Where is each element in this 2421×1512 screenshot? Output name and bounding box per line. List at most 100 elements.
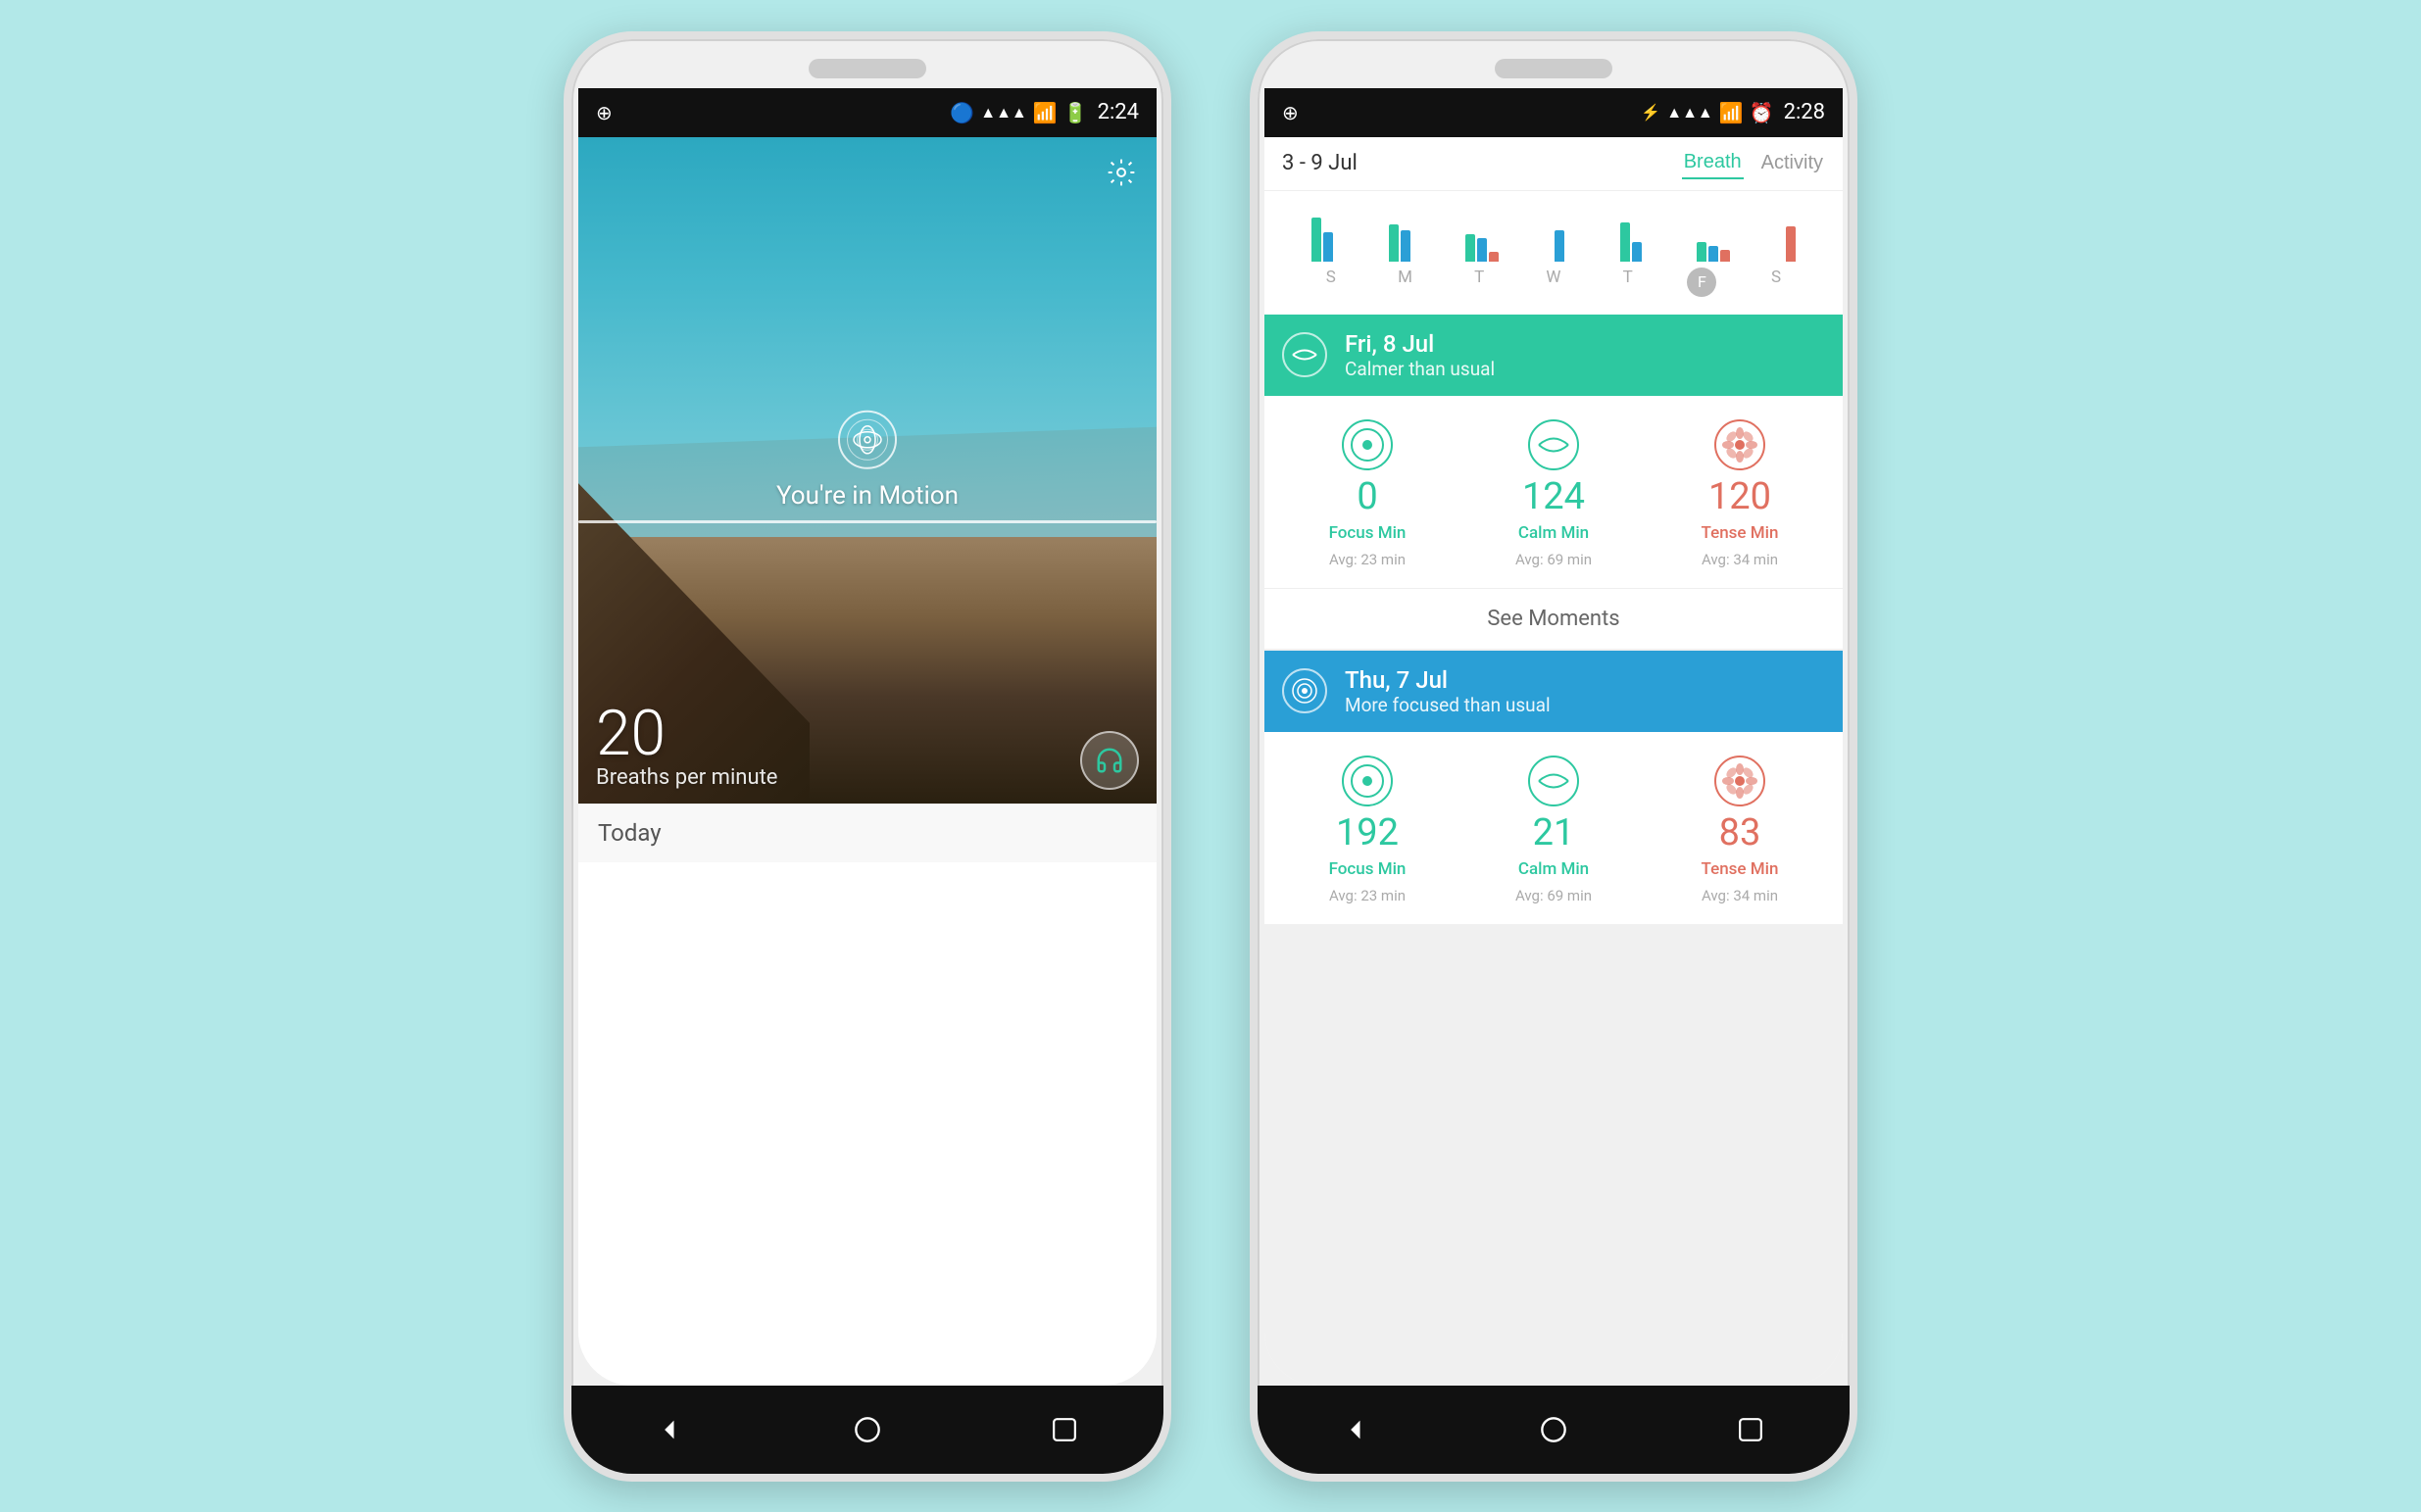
carrier-icon: ⊕ — [596, 101, 613, 124]
date-range-text: 3 - 9 Jul — [1282, 151, 1358, 175]
motion-container: You're in Motion — [776, 410, 959, 510]
thu-calm-label: Calm Min — [1518, 859, 1589, 879]
breaths-label: Breaths per minute — [596, 765, 777, 790]
fri-date: Fri, 8 Jul — [1345, 330, 1495, 358]
chart-day-m — [1389, 208, 1410, 262]
home-button-left[interactable] — [843, 1405, 892, 1454]
thu-calm-number: 21 — [1533, 814, 1575, 852]
bar-t1-calm — [1477, 238, 1487, 262]
chart-area: S M T W T F S — [1264, 191, 1843, 315]
thu-header-text: Thu, 7 Jul More focused than usual — [1345, 666, 1551, 716]
bullseye-dot-thu-focus — [1362, 776, 1372, 786]
recents-button-right[interactable] — [1726, 1405, 1775, 1454]
headphone-button[interactable] — [1080, 731, 1139, 790]
date-range-bar: 3 - 9 Jul Breath Activity — [1264, 137, 1843, 191]
thu-focus-stat: 192 Focus Min Avg: 23 min — [1309, 756, 1426, 904]
chart-lbl-t2: T — [1608, 268, 1648, 297]
thu-focus-avg: Avg: 23 min — [1329, 887, 1406, 904]
fri-tense-avg: Avg: 34 min — [1702, 551, 1778, 568]
bar-f-tense — [1720, 250, 1730, 262]
back-button-left[interactable] — [646, 1405, 695, 1454]
bluetooth-icon: 🔵 — [950, 101, 974, 124]
bar-f-focus — [1697, 242, 1706, 262]
thu-tense-avg: Avg: 34 min — [1702, 887, 1778, 904]
bar-s1-focus — [1311, 218, 1321, 262]
chart-lbl-m: M — [1386, 268, 1425, 297]
see-moments-button[interactable]: See Moments — [1264, 588, 1843, 649]
thu-stats-grid: 192 Focus Min Avg: 23 min 21 — [1264, 732, 1843, 924]
chart-lbl-f: F — [1682, 268, 1721, 297]
bar-m-calm — [1401, 230, 1410, 262]
home-button-right[interactable] — [1529, 1405, 1578, 1454]
status-bar-left: ⊕ 🔵 ▲▲▲ 📶 🔋 2:24 — [578, 88, 1157, 137]
back-button-right[interactable] — [1332, 1405, 1381, 1454]
fri-calm-label: Calm Min — [1518, 523, 1589, 543]
chart-bars — [1274, 203, 1833, 262]
chart-day-f — [1697, 208, 1730, 262]
chart-day-s1 — [1311, 208, 1333, 262]
fri-description: Calmer than usual — [1345, 358, 1495, 380]
fri-focus-icon — [1342, 419, 1393, 470]
thu-tense-label: Tense Min — [1702, 859, 1779, 879]
thu-calm-stat: 21 Calm Min Avg: 69 min — [1495, 756, 1612, 904]
bar-f-calm — [1708, 246, 1718, 262]
phone-right: ⊕ ⚡ ▲▲▲ 📶 ⏰ 2:28 3 - 9 Jul Breath Activi… — [1250, 31, 1857, 1482]
tab-activity[interactable]: Activity — [1759, 147, 1825, 179]
screen-right: ⊕ ⚡ ▲▲▲ 📶 ⏰ 2:28 3 - 9 Jul Breath Activi… — [1264, 88, 1843, 1386]
tab-breath[interactable]: Breath — [1682, 147, 1744, 179]
thu-calm-icon — [1528, 756, 1579, 806]
fri-icon — [1282, 332, 1327, 377]
bar-s1-calm — [1323, 232, 1333, 262]
status-left-icons: ⊕ — [596, 101, 613, 124]
status-right-left: ⊕ — [1282, 101, 1299, 124]
chart-lbl-s2: S — [1756, 268, 1796, 297]
fri-tense-label: Tense Min — [1702, 523, 1779, 543]
time-display-right: 2:28 — [1784, 100, 1825, 124]
fri-tense-stat: 120 Tense Min Avg: 34 min — [1681, 419, 1799, 568]
fri-tense-icon — [1714, 419, 1765, 470]
nav-bar-left — [571, 1386, 1163, 1474]
status-right-icons-right: ⚡ ▲▲▲ 📶 ⏰ 2:28 — [1641, 100, 1825, 124]
fri-calm-stat: 124 Calm Min Avg: 69 min — [1495, 419, 1612, 568]
motion-icon — [838, 410, 897, 468]
stats-content: 3 - 9 Jul Breath Activity — [1264, 137, 1843, 1386]
fri-focus-stat: 0 Focus Min Avg: 23 min — [1309, 419, 1426, 568]
bar-w-calm — [1555, 230, 1564, 262]
today-label: Today — [598, 819, 662, 847]
chart-labels: S M T W T F S — [1274, 266, 1833, 303]
wifi-icon: 📶 — [1033, 101, 1058, 124]
thu-icon — [1282, 668, 1327, 713]
fri-calm-icon — [1528, 419, 1579, 470]
breaths-info: 20 Breaths per minute — [596, 703, 777, 790]
recents-button-left[interactable] — [1040, 1405, 1089, 1454]
chart-day-t2 — [1620, 208, 1642, 262]
thu-focus-number: 192 — [1336, 814, 1399, 852]
day-card-fri: Fri, 8 Jul Calmer than usual 0 Focus Min… — [1264, 315, 1843, 649]
time-display: 2:24 — [1098, 100, 1139, 124]
fri-header-text: Fri, 8 Jul Calmer than usual — [1345, 330, 1495, 380]
thu-focus-label: Focus Min — [1329, 859, 1407, 879]
fri-focus-avg: Avg: 23 min — [1329, 551, 1406, 568]
bullseye-dot-fri-focus — [1362, 440, 1372, 450]
tab-buttons: Breath Activity — [1682, 147, 1825, 179]
fri-stats-grid: 0 Focus Min Avg: 23 min 124 C — [1264, 396, 1843, 588]
settings-icon[interactable] — [1102, 153, 1141, 192]
fri-tense-number: 120 — [1708, 478, 1771, 515]
day-header-thu[interactable]: Thu, 7 Jul More focused than usual — [1264, 651, 1843, 732]
chart-lbl-s1: S — [1311, 268, 1351, 297]
chart-day-t1 — [1465, 208, 1499, 262]
battery-icon: 🔋 — [1063, 101, 1088, 124]
screen-left: ⊕ 🔵 ▲▲▲ 📶 🔋 2:24 — [578, 88, 1157, 1386]
signal-icon-right: ▲▲▲ — [1666, 103, 1713, 122]
alarm-icon-right: ⏰ — [1750, 101, 1774, 124]
bar-s2-tense — [1786, 226, 1796, 262]
day-card-thu: Thu, 7 Jul More focused than usual 192 F… — [1264, 651, 1843, 924]
bar-t1-tense — [1489, 252, 1499, 262]
thu-tense-stat: 83 Tense Min Avg: 34 min — [1681, 756, 1799, 904]
day-header-fri[interactable]: Fri, 8 Jul Calmer than usual — [1264, 315, 1843, 396]
bar-t2-focus — [1620, 222, 1630, 262]
status-bar-right: ⊕ ⚡ ▲▲▲ 📶 ⏰ 2:28 — [1264, 88, 1843, 137]
in-motion-text: You're in Motion — [776, 480, 959, 510]
nav-bar-right — [1258, 1386, 1850, 1474]
bluetooth-icon-right: ⚡ — [1641, 103, 1660, 122]
